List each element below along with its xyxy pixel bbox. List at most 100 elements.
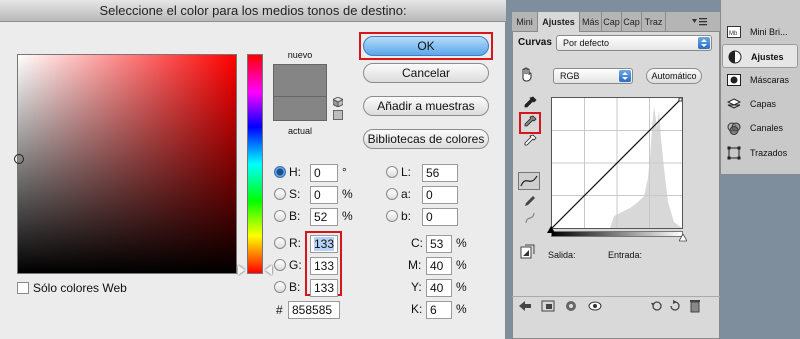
smooth-curve-icon[interactable]: [523, 211, 537, 225]
visibility-eye-icon[interactable]: [588, 301, 602, 311]
dock-item-mini-bridge[interactable]: Mb Mini Bri...: [722, 20, 798, 44]
channels-icon: [727, 122, 741, 135]
curves-graph[interactable]: [551, 97, 683, 229]
b-field[interactable]: 0: [422, 208, 458, 226]
black-input-slider[interactable]: [547, 226, 555, 234]
color-field-marker[interactable]: [14, 154, 24, 164]
radio-brightness[interactable]: [274, 210, 286, 222]
radio-a[interactable]: [386, 188, 398, 200]
curves-graph-canvas: [551, 97, 683, 229]
radio-green[interactable]: [274, 259, 286, 271]
tab-masks[interactable]: Más: [580, 12, 602, 32]
radio-b[interactable]: [386, 210, 398, 222]
radio-hue[interactable]: [274, 166, 286, 178]
cancel-button[interactable]: Cancelar: [363, 63, 489, 83]
return-to-list-icon[interactable]: [518, 300, 532, 312]
preset-value: Por defecto: [563, 38, 610, 48]
input-gradient-bar: [551, 231, 683, 237]
saturation-brightness-field[interactable]: [17, 54, 237, 274]
input-label: Entrada:: [608, 250, 643, 260]
hue-slider-left-arrow[interactable]: [238, 265, 245, 275]
clipping-warning-icon[interactable]: [520, 244, 536, 260]
clip-to-layer-icon[interactable]: [565, 300, 577, 312]
dialog-title: Seleccione el color para los medios tono…: [0, 0, 506, 22]
ok-button[interactable]: OK: [363, 36, 489, 56]
web-colors-checkbox[interactable]: [17, 282, 29, 294]
current-color-swatch[interactable]: [273, 96, 327, 121]
label-black: K:: [411, 302, 423, 316]
white-point-eyedropper-icon[interactable]: [523, 134, 537, 150]
reset-icon[interactable]: [668, 300, 682, 312]
select-arrow-icon: [698, 37, 710, 49]
red-field[interactable]: 133: [310, 235, 338, 253]
auto-button[interactable]: Automático: [646, 68, 702, 84]
label-blue: B:: [289, 280, 301, 294]
targeted-adjustment-hand-icon[interactable]: [519, 66, 535, 82]
label-hex: #: [276, 303, 283, 317]
paths-icon: [727, 146, 741, 160]
web-safe-swatch-icon[interactable]: [333, 110, 343, 120]
unit-percent: %: [342, 209, 353, 223]
radio-blue[interactable]: [274, 281, 286, 293]
add-to-swatches-button[interactable]: Añadir a muestras: [363, 96, 489, 116]
label-brightness: B:: [289, 209, 301, 223]
adjustments-icon: [728, 50, 742, 64]
panel-menu-icon[interactable]: [690, 16, 708, 28]
hue-slider-right-arrow[interactable]: [265, 265, 272, 275]
dock-item-paths[interactable]: Trazados: [722, 141, 798, 165]
saturation-field[interactable]: 0: [310, 186, 338, 204]
radio-lightness[interactable]: [386, 166, 398, 178]
tab-mini-bridge[interactable]: Mini: [512, 12, 538, 32]
green-field[interactable]: 133: [310, 257, 338, 275]
radio-red[interactable]: [274, 237, 286, 249]
tab-adjustments[interactable]: Ajustes: [538, 12, 580, 32]
preset-select[interactable]: Por defecto: [556, 35, 712, 51]
blue-field[interactable]: 133: [310, 279, 338, 297]
dock-item-channels[interactable]: Canales: [722, 116, 798, 140]
output-label: Salida:: [548, 250, 576, 260]
color-libraries-button[interactable]: Bibliotecas de colores: [363, 129, 489, 149]
dock-item-layers[interactable]: Capas: [722, 92, 798, 116]
pencil-icon[interactable]: [523, 194, 537, 208]
black-field[interactable]: 6: [426, 301, 452, 319]
lightness-field[interactable]: 56: [422, 164, 458, 182]
hex-field[interactable]: 858585: [288, 301, 340, 319]
dock-item-masks[interactable]: Máscaras: [722, 68, 798, 92]
tab-channels[interactable]: Cap: [622, 12, 642, 32]
tab-paths[interactable]: Traz: [642, 12, 666, 32]
radio-saturation[interactable]: [274, 188, 286, 200]
dock-item-adjustments[interactable]: Ajustes: [722, 44, 798, 68]
unit-percent: %: [456, 258, 467, 272]
curves-preset-label: Curvas: [518, 37, 552, 48]
cyan-field[interactable]: 53: [426, 235, 452, 253]
gamut-cube-icon[interactable]: [333, 97, 343, 107]
dock-item-label: Ajustes: [751, 52, 784, 62]
magenta-field[interactable]: 40: [426, 257, 452, 275]
new-color-swatch: [273, 64, 327, 96]
brightness-field[interactable]: 52: [310, 208, 338, 226]
a-field[interactable]: 0: [422, 186, 458, 204]
gray-point-eyedropper-icon[interactable]: [523, 115, 537, 131]
label-saturation: S:: [289, 187, 301, 201]
dock-item-label: Capas: [750, 99, 777, 109]
tab-layers[interactable]: Cap: [602, 12, 622, 32]
hue-slider[interactable]: [247, 54, 263, 274]
dock-item-label: Mini Bri...: [750, 27, 788, 37]
yellow-field[interactable]: 40: [426, 279, 452, 297]
dock-item-label: Canales: [750, 123, 784, 133]
new-color-label: nuevo: [287, 50, 313, 60]
label-lightness: L:: [401, 165, 412, 179]
delete-layer-icon[interactable]: [689, 299, 701, 313]
svg-text:Mb: Mb: [729, 31, 738, 37]
previous-state-icon[interactable]: [650, 300, 664, 312]
curve-edit-points-icon[interactable]: [518, 172, 540, 190]
hue-field[interactable]: 0: [310, 164, 338, 182]
channel-select[interactable]: RGB: [553, 68, 633, 84]
black-point-eyedropper-icon[interactable]: [523, 96, 537, 112]
web-colors-label: Sólo colores Web: [33, 281, 127, 295]
white-input-slider[interactable]: [679, 234, 687, 242]
panel-tab-bar: Mini Ajustes Más Cap Cap Traz: [512, 12, 720, 32]
expanded-view-icon[interactable]: [541, 300, 555, 312]
label-yellow: Y:: [411, 280, 422, 294]
select-arrow-icon: [619, 70, 631, 82]
